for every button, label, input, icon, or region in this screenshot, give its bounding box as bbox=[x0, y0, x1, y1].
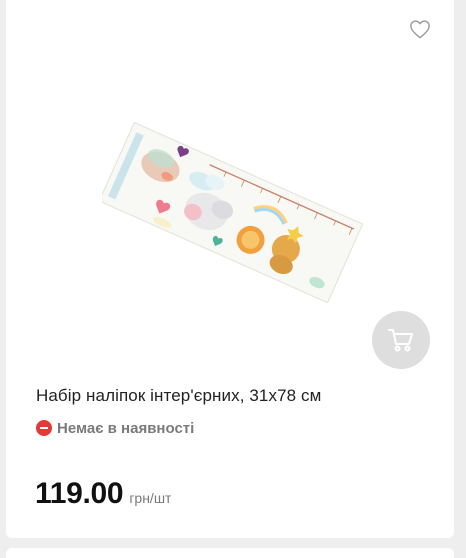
product-card[interactable]: Набір наліпок інтер'єрних, 31x78 см Нема… bbox=[6, 0, 454, 538]
add-to-cart-button[interactable] bbox=[372, 311, 430, 369]
product-price: 119.00 грн/шт bbox=[35, 477, 171, 511]
price-value: 119.00 bbox=[35, 477, 124, 510]
availability-text: Немає в наявності bbox=[57, 419, 195, 437]
next-product-card bbox=[6, 548, 454, 558]
unavailable-icon bbox=[36, 420, 52, 436]
product-title[interactable]: Набір наліпок інтер'єрних, 31x78 см bbox=[36, 386, 436, 406]
availability-status: Немає в наявності bbox=[36, 418, 194, 438]
shopping-cart-icon bbox=[388, 329, 413, 352]
wall-sticker-set-image bbox=[98, 121, 364, 304]
price-unit: грн/шт bbox=[129, 490, 172, 506]
product-image[interactable] bbox=[98, 112, 364, 304]
heart-icon bbox=[410, 20, 430, 39]
wishlist-button[interactable] bbox=[408, 17, 432, 41]
